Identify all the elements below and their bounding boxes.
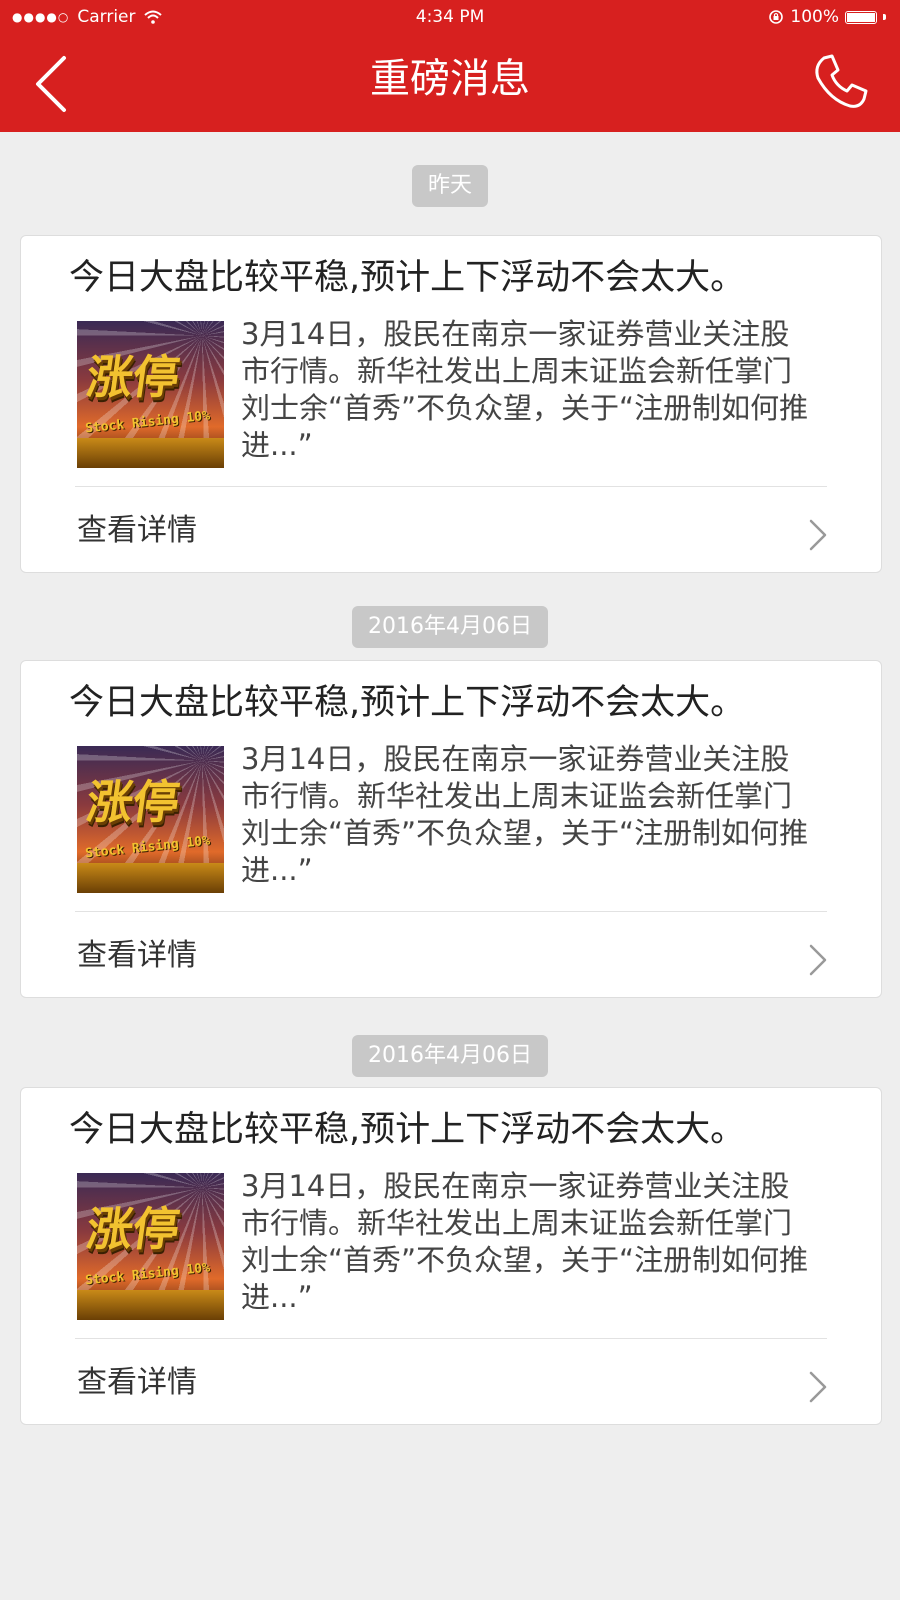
view-details-label: 查看详情: [77, 938, 197, 973]
battery-nub: [883, 14, 886, 20]
date-badge: 昨天: [411, 165, 489, 207]
message-card: 今日大盘比较平稳,预计上下浮动不会太大。 涨停 Stock Rising 10%…: [20, 660, 882, 998]
thumbnail-main-text: 涨停: [83, 1202, 183, 1256]
status-bar: ●●●●○ Carrier 4:34 PM 100%: [0, 0, 900, 36]
message-thumbnail: 涨停 Stock Rising 10%: [77, 746, 224, 893]
view-details-label: 查看详情: [77, 1365, 197, 1400]
chevron-right-icon: [809, 944, 827, 976]
page-title: 重磅消息: [370, 56, 530, 102]
message-description: 3月14日，股民在南京一家证券营业关注股市行情。新华社发出上周末证监会新任掌门刘…: [241, 742, 809, 887]
battery-icon: [845, 10, 877, 24]
message-thumbnail: 涨停 Stock Rising 10%: [77, 321, 224, 468]
date-badge: 2016年4月06日: [352, 1035, 548, 1077]
navigation-bar: 重磅消息: [0, 36, 900, 132]
message-card: 今日大盘比较平稳,预计上下浮动不会太大。 涨停 Stock Rising 10%…: [20, 235, 882, 573]
orientation-lock-icon: [769, 10, 784, 24]
phone-icon: [815, 54, 868, 108]
chevron-right-icon: [809, 1371, 827, 1403]
status-right: 100%: [768, 7, 886, 27]
date-badge: 2016年4月06日: [352, 606, 548, 648]
chevron-right-icon: [809, 519, 827, 551]
message-description: 3月14日，股民在南京一家证券营业关注股市行情。新华社发出上周末证监会新任掌门刘…: [241, 317, 809, 462]
call-button[interactable]: [810, 52, 870, 112]
view-details-button[interactable]: 查看详情: [21, 1339, 881, 1425]
message-title: 今日大盘比较平稳,预计上下浮动不会太大。: [69, 1110, 746, 1150]
view-details-button[interactable]: 查看详情: [21, 912, 881, 998]
thumbnail-main-text: 涨停: [83, 350, 183, 404]
message-thumbnail: 涨停 Stock Rising 10%: [77, 1173, 224, 1320]
view-details-label: 查看详情: [77, 513, 197, 548]
message-card: 今日大盘比较平稳,预计上下浮动不会太大。 涨停 Stock Rising 10%…: [20, 1087, 882, 1425]
battery-percent: 100%: [790, 7, 839, 27]
message-title: 今日大盘比较平稳,预计上下浮动不会太大。: [69, 258, 746, 298]
message-description: 3月14日，股民在南京一家证券营业关注股市行情。新华社发出上周末证监会新任掌门刘…: [241, 1169, 809, 1314]
view-details-button[interactable]: 查看详情: [21, 487, 881, 573]
status-time: 4:34 PM: [415, 7, 485, 27]
thumbnail-main-text: 涨停: [83, 775, 183, 829]
message-title: 今日大盘比较平稳,预计上下浮动不会太大。: [69, 683, 746, 723]
